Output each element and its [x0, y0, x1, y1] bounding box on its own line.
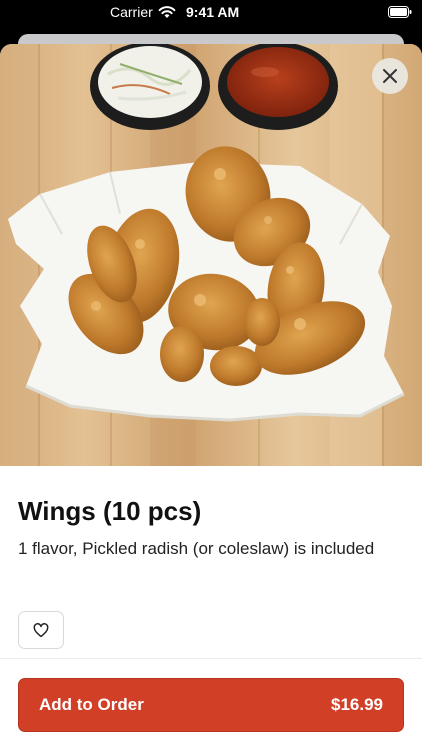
- close-icon: [383, 69, 397, 83]
- clock-time: 9:41 AM: [186, 4, 240, 20]
- item-price: $16.99: [331, 695, 383, 714]
- wifi-icon: [158, 6, 176, 18]
- heart-outline-icon: [33, 622, 49, 637]
- fried-chicken-wings-photo: [0, 44, 422, 466]
- divider: [0, 658, 422, 659]
- item-description: 1 flavor, Pickled radish (or coleslaw) i…: [18, 539, 375, 558]
- add-to-order-button[interactable]: Add to Order $16.99: [18, 678, 404, 732]
- close-button[interactable]: [372, 58, 408, 94]
- item-photo: [0, 44, 422, 466]
- battery-icon: [388, 6, 412, 18]
- item-detail-sheet: Wings (10 pcs) 1 flavor, Pickled radish …: [0, 44, 422, 750]
- add-to-order-label: Add to Order: [39, 695, 144, 714]
- item-title: Wings (10 pcs): [18, 496, 202, 526]
- favorite-button[interactable]: [18, 611, 64, 649]
- carrier-label: Carrier: [110, 4, 153, 20]
- status-bar: Carrier 9:41 AM: [0, 0, 422, 26]
